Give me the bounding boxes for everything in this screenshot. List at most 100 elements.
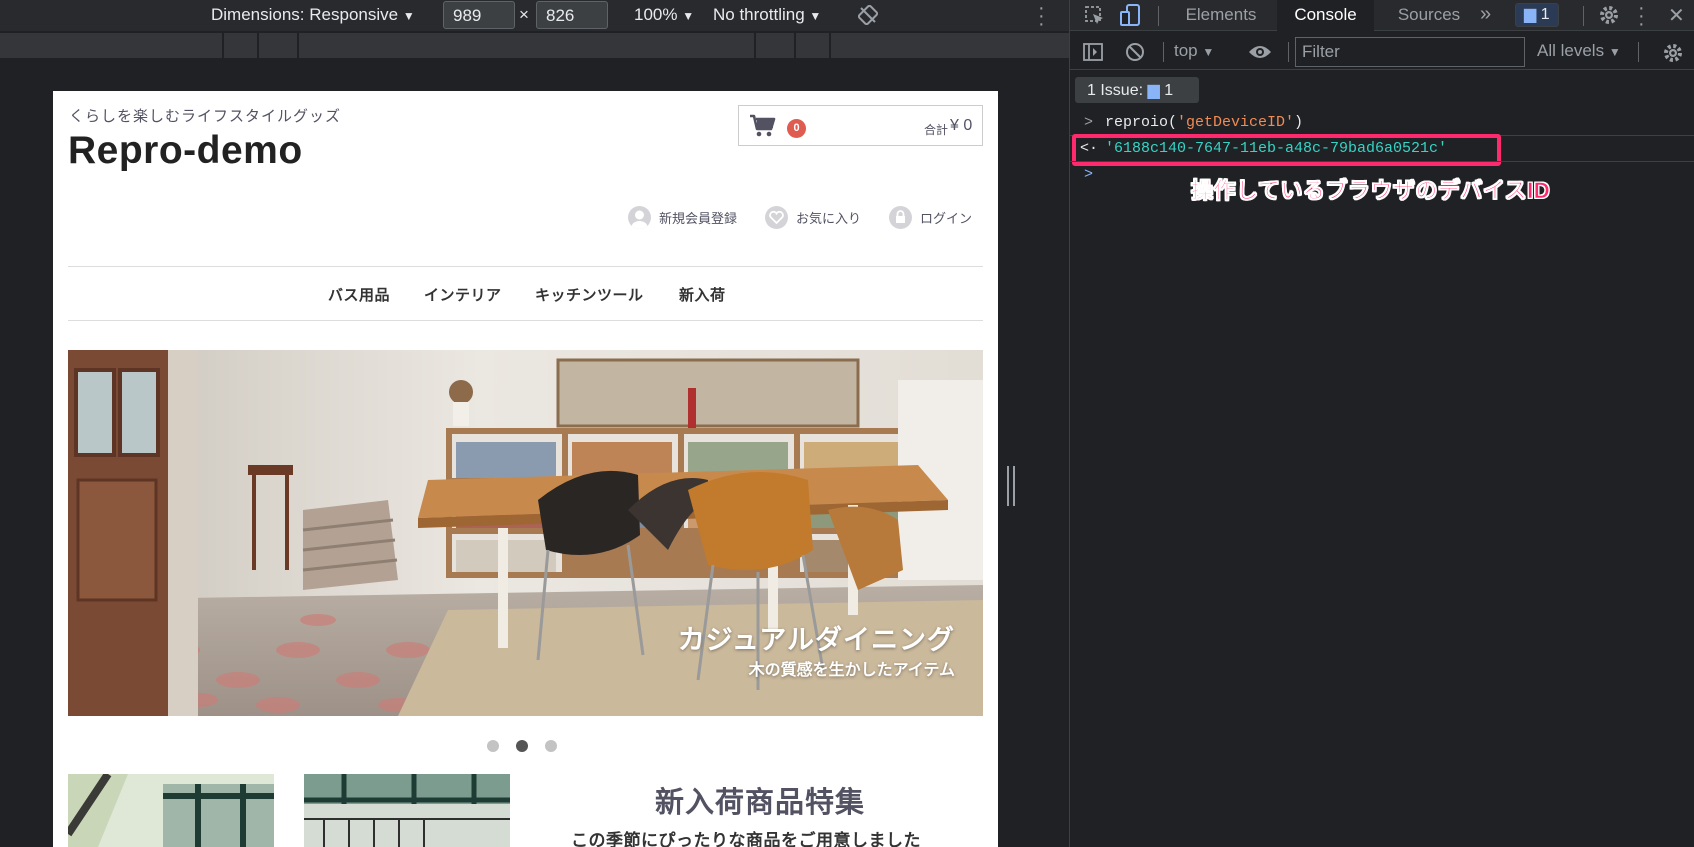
console-filter-input[interactable] [1295,37,1525,67]
console-command: reproio('getDeviceID') [1105,114,1303,131]
tab-separator [1583,6,1584,26]
message-icon: ▆ [1524,6,1537,23]
login-label: ログイン [920,211,973,226]
chevron-down-icon: ▼ [402,9,415,23]
signup-link[interactable]: 新規会員登録 [628,206,737,229]
annotation-device-id: 操作しているブラウザのデバイスID [1191,178,1551,204]
slider-dot-3[interactable] [545,740,557,752]
favorites-link[interactable]: お気に入り [765,206,861,229]
toolbar-separator [1638,42,1639,62]
clear-console-icon[interactable] [1125,42,1145,67]
times-sign: × [519,5,529,24]
feature-title: 新入荷商品特集 [655,787,866,819]
hero-slider[interactable]: カジュアルダイニング 木の質感を生かしたアイテム [68,350,983,716]
issues-bar-label: 1 Issue: [1087,82,1144,99]
dimensions-label: Dimensions: Responsive [211,5,399,24]
favorites-label: お気に入り [796,211,862,226]
more-tabs-icon[interactable]: » [1480,0,1491,29]
cart-total-value: ¥ 0 [950,117,973,134]
ruler-divider [297,33,299,58]
sidebar-toggle-icon[interactable] [1083,42,1103,67]
hero-caption-title: カジュアルダイニング [677,625,955,655]
tab-separator [1158,6,1159,26]
nav-item-new[interactable]: 新入荷 [679,284,726,305]
product-image-1 [68,774,274,847]
live-expression-eye-icon[interactable] [1248,43,1272,66]
slider-dot-2[interactable] [516,740,528,752]
device-toolbar: Dimensions: Responsive ▼ 989 × 826 100% … [0,0,1069,34]
slider-dot-1[interactable] [487,740,499,752]
product-thumb-2[interactable] [304,774,510,847]
category-nav: バス用品 インテリア キッチンツール 新入荷 [68,266,983,321]
ruler-divider [754,33,756,58]
console-input-entry: > reproio('getDeviceID') [1070,114,1694,136]
zoom-label: 100% [634,5,678,24]
prompt-chevron-icon: > [1084,114,1094,131]
cart-total-label: 合計 [924,123,949,137]
dimensions-dropdown[interactable]: Dimensions: Responsive ▼ [211,5,415,25]
issues-bar-count: 1 [1164,82,1174,99]
context-label: top [1174,41,1198,60]
product-thumb-1[interactable] [68,774,274,847]
throttling-dropdown[interactable]: No throttling ▼ [713,5,821,25]
ruler-divider [222,33,224,58]
nav-item-kitchen[interactable]: キッチンツール [535,284,644,305]
zoom-dropdown[interactable]: 100% ▼ [634,5,694,25]
tab-elements[interactable]: Elements [1173,0,1269,31]
media-query-bar[interactable] [0,33,1069,58]
command-close-paren: ) [1294,114,1304,131]
console-toolbar: top ▼ All levels ▼ [1070,35,1694,70]
chevron-down-icon: ▼ [1608,45,1621,59]
settings-gear-icon[interactable] [1598,4,1620,31]
log-levels-dropdown[interactable]: All levels ▼ [1537,41,1621,61]
slider-dots [487,740,557,752]
login-link[interactable]: ログイン [889,206,972,229]
height-input[interactable]: 826 [536,1,608,29]
heart-icon [765,206,788,229]
chevron-down-icon: ▼ [809,9,822,23]
prompt-chevron-icon: > [1084,166,1094,183]
ruler-divider [257,33,259,58]
site-logo[interactable]: Repro-demo [68,129,303,173]
command-argument: 'getDeviceID' [1177,114,1295,131]
issues-count: 1 [1540,6,1550,23]
ruler-divider [794,33,796,58]
cart-button[interactable]: 0 合計 ¥ 0 [738,105,983,146]
issues-counter[interactable]: ▆ 1 [1515,3,1559,27]
console-settings-gear-icon[interactable] [1662,42,1684,69]
site-page: くらしを楽しむライフスタイルグッズ Repro-demo 0 合計 ¥ 0 新規… [53,91,998,847]
user-icon [628,206,651,229]
cart-icon [749,114,777,143]
nav-item-bath[interactable]: バス用品 [328,284,390,305]
device-toggle-icon[interactable] [1120,4,1142,33]
throttling-label: No throttling [713,5,805,24]
width-input[interactable]: 989 [443,1,515,29]
close-icon[interactable]: ✕ [1668,3,1685,28]
lock-icon [889,206,912,229]
resize-handle[interactable] [1007,466,1015,506]
nav-item-interior[interactable]: インテリア [424,284,502,305]
console-divider [1070,161,1694,162]
tab-sources[interactable]: Sources [1379,0,1479,31]
chevron-down-icon: ▼ [1202,45,1215,59]
product-image-2 [304,774,510,847]
context-selector[interactable]: top ▼ [1174,41,1214,61]
message-icon: ▆ [1147,82,1160,99]
log-levels-label: All levels [1537,41,1605,60]
command-function: reproio( [1105,114,1178,131]
inspect-element-icon[interactable] [1084,5,1106,32]
site-tagline: くらしを楽しむライフスタイルグッズ [69,108,342,125]
screenshot-root: Dimensions: Responsive ▼ 989 × 826 100% … [0,0,1694,847]
feature-subtitle: この季節にぴったりな商品をご用意しました [571,831,921,847]
devtools-more-icon[interactable]: · · · [1638,0,1645,34]
cart-count-badge: 0 [787,119,806,138]
devtools-panel: Elements Console Sources » ▆ 1 · · · ✕ to [1069,0,1694,847]
device-more-icon[interactable]: · · · [1038,0,1045,34]
chevron-down-icon: ▼ [682,9,695,23]
ruler-divider [829,33,831,58]
issues-bar[interactable]: 1 Issue: ▆ 1 [1075,77,1199,103]
device-emulation-pane: Dimensions: Responsive ▼ 989 × 826 100% … [0,0,1069,847]
tab-console[interactable]: Console [1277,0,1374,31]
toolbar-separator [1288,42,1289,62]
rotate-icon[interactable] [857,4,879,26]
